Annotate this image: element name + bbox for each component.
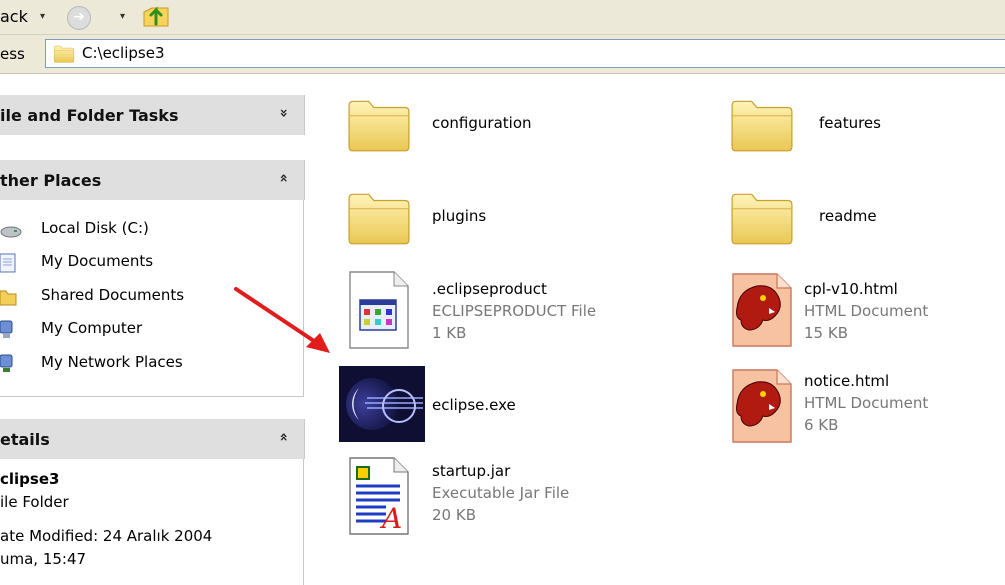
file-name[interactable]: notice.html [804, 372, 889, 390]
file-item-eclipse-exe[interactable]: eclipse.exe [339, 366, 639, 442]
file-type: ECLIPSEPRODUCT File [432, 302, 597, 320]
folder-icon [346, 187, 412, 251]
file-name[interactable]: plugins [432, 207, 486, 225]
back-dropdown-icon[interactable]: ▾ [40, 11, 45, 22]
mozilla-html-icon [729, 366, 795, 450]
file-name[interactable]: .eclipseproduct [432, 280, 547, 298]
network-icon [0, 354, 26, 374]
documents-icon [0, 253, 26, 273]
file-type: Executable Jar File [432, 484, 570, 502]
details-header[interactable]: etails « [0, 419, 305, 459]
file-name[interactable]: startup.jar [432, 462, 510, 480]
file-folder-tasks-title[interactable]: ile and Folder Tasks [0, 106, 178, 125]
file-size: 20 KB [432, 506, 476, 524]
folder-icon [729, 94, 795, 158]
place-label[interactable]: My Network Places [41, 353, 183, 371]
file-name[interactable]: eclipse.exe [432, 396, 516, 414]
address-bar: ess C:\eclipse3 [0, 35, 1005, 74]
back-button-label[interactable]: ack [0, 7, 28, 26]
folder-icon [729, 187, 795, 251]
toolbar: ack ▾ ➔ ▾ [0, 0, 1005, 35]
address-label: ess [0, 45, 25, 63]
details-modified-time: uma, 15:47 [0, 550, 87, 568]
file-item-plugins[interactable]: plugins [346, 187, 626, 251]
mozilla-html-icon [729, 270, 795, 354]
file-type: HTML Document [804, 394, 929, 412]
file-item-cpl-v10[interactable]: cpl-v10.html HTML Document 15 KB [729, 270, 989, 354]
eclipse-icon [339, 366, 425, 446]
file-name[interactable]: readme [819, 207, 877, 225]
file-item-startup-jar[interactable]: A startup.jar Executable Jar File 20 KB [346, 456, 676, 540]
details-name: clipse3 [0, 470, 60, 488]
file-item-configuration[interactable]: configuration [346, 94, 626, 158]
file-item-eclipseproduct[interactable]: .eclipseproduct ECLIPSEPRODUCT File 1 KB [346, 270, 676, 354]
svg-text:A: A [379, 502, 402, 535]
other-places-title[interactable]: ther Places [0, 171, 101, 190]
details-title[interactable]: etails [0, 430, 50, 449]
hard-drive-icon [0, 220, 26, 240]
file-size: 6 KB [804, 416, 839, 434]
folder-icon [52, 44, 76, 67]
expand-chevron-icon[interactable]: » [275, 108, 291, 117]
forward-dropdown-icon[interactable]: ▾ [120, 11, 125, 22]
computer-icon [0, 320, 26, 340]
other-places-header[interactable]: ther Places « [0, 160, 305, 200]
file-size: 1 KB [432, 324, 467, 342]
collapse-chevron-icon[interactable]: « [275, 432, 291, 441]
collapse-chevron-icon[interactable]: « [275, 173, 291, 182]
file-folder-tasks-header[interactable]: ile and Folder Tasks » [0, 95, 305, 135]
file-size: 15 KB [804, 324, 848, 342]
place-label[interactable]: My Computer [41, 319, 142, 337]
forward-button[interactable]: ➔ [67, 6, 91, 30]
place-label[interactable]: Local Disk (C:) [41, 219, 149, 237]
file-type: HTML Document [804, 302, 929, 320]
details-modified: ate Modified: 24 Aralık 2004 [0, 527, 213, 545]
file-name[interactable]: cpl-v10.html [804, 280, 898, 298]
folder-icon [0, 287, 26, 307]
generic-file-icon [346, 270, 412, 354]
file-name[interactable]: configuration [432, 114, 532, 132]
place-label[interactable]: My Documents [41, 252, 153, 270]
details-type: ile Folder [0, 493, 69, 511]
address-input[interactable]: C:\eclipse3 [45, 39, 1005, 68]
address-path[interactable]: C:\eclipse3 [82, 44, 165, 62]
file-list: configuration features plugins readme .e… [316, 74, 1005, 585]
details-panel: clipse3 ile Folder ate Modified: 24 Aral… [0, 459, 304, 585]
file-item-features[interactable]: features [729, 94, 989, 158]
annotation-arrow-icon [234, 287, 330, 353]
up-folder-icon[interactable] [140, 2, 172, 34]
file-name[interactable]: features [819, 114, 881, 132]
folder-icon [346, 94, 412, 158]
jar-file-icon: A [346, 456, 412, 540]
place-label[interactable]: Shared Documents [41, 286, 184, 304]
file-item-readme[interactable]: readme [729, 187, 989, 251]
file-item-notice[interactable]: notice.html HTML Document 6 KB [729, 366, 989, 450]
